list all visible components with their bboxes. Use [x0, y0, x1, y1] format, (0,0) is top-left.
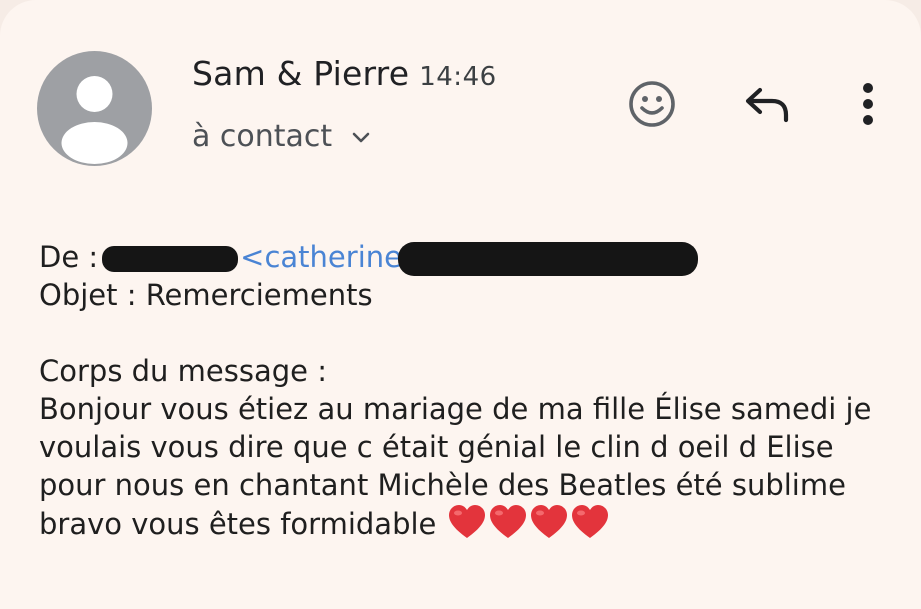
body-line: pour nous en chantant Michèle des Beatle…	[39, 468, 846, 502]
recipient-toggle[interactable]: à contact	[192, 119, 372, 154]
from-email-link[interactable]: <catherine	[240, 240, 402, 274]
from-label: De :	[39, 240, 99, 274]
sender-avatar[interactable]	[37, 51, 152, 166]
reply-icon	[745, 87, 789, 123]
from-line: De : <catherine	[39, 238, 871, 276]
body-line: bravo vous êtes formidable	[39, 507, 437, 541]
heart-emoji-icon	[489, 505, 526, 538]
recipient-label: à contact	[192, 119, 333, 154]
smiley-icon	[629, 81, 675, 127]
body-line: voulais vous dire que c était génial le …	[39, 430, 834, 464]
add-reaction-button[interactable]	[624, 76, 680, 132]
sender-line: Sam & Pierre 14:46	[192, 54, 497, 93]
subject-line: Objet : Remerciements	[39, 278, 373, 312]
sender-name[interactable]: Sam & Pierre	[192, 54, 409, 93]
body-label: Corps du message :	[39, 354, 327, 388]
redacted-email	[397, 242, 698, 276]
more-vertical-icon	[863, 83, 873, 125]
heart-emoji-icon	[448, 505, 485, 538]
heart-emoji-icon	[530, 505, 567, 538]
chevron-down-icon	[352, 132, 370, 142]
more-options-button[interactable]	[850, 78, 886, 130]
body-line: Bonjour vous étiez au mariage de ma fill…	[39, 392, 872, 426]
redacted-name	[102, 246, 239, 272]
reply-button[interactable]	[741, 78, 793, 130]
email-view: Sam & Pierre 14:46 à contact De : <catheri…	[0, 0, 921, 609]
hearts	[446, 505, 610, 541]
body-line-last: bravo vous êtes formidable	[39, 504, 871, 542]
message-body: De : <catherine Objet : Remerciements Cor…	[39, 238, 871, 542]
heart-emoji-icon	[571, 505, 608, 538]
message-time: 14:46	[419, 62, 497, 92]
person-avatar-icon	[61, 76, 128, 164]
